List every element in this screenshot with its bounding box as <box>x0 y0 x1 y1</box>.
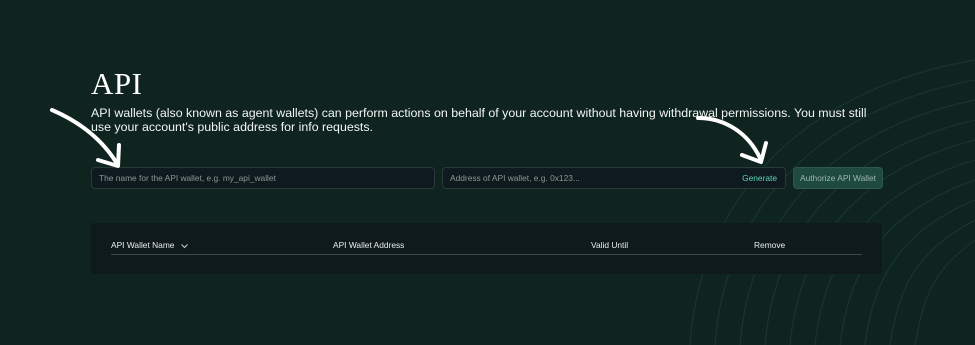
wallet-name-field <box>91 167 435 189</box>
chevron-down-icon <box>180 243 188 248</box>
authorize-api-wallet-button[interactable]: Authorize API Wallet <box>793 167 883 189</box>
column-header-name-label: API Wallet Name <box>111 240 175 250</box>
column-header-address: API Wallet Address <box>333 240 405 250</box>
page-header: API API wallets (also known as agent wal… <box>91 66 891 134</box>
api-wallets-table: API Wallet Name API Wallet Address Valid… <box>91 223 882 274</box>
page-description: API wallets (also known as agent wallets… <box>91 106 867 134</box>
table-header: API Wallet Name API Wallet Address Valid… <box>91 240 882 252</box>
wallet-address-field: Generate <box>442 167 786 189</box>
table-divider <box>111 254 862 255</box>
wallet-name-input[interactable] <box>92 168 434 188</box>
column-header-name[interactable]: API Wallet Name <box>111 240 189 250</box>
generate-button[interactable]: Generate <box>742 168 777 188</box>
page-title: API <box>91 66 143 101</box>
column-header-remove: Remove <box>754 240 786 250</box>
column-header-valid-until: Valid Until <box>591 240 629 250</box>
wallet-address-input[interactable] <box>443 168 785 188</box>
api-wallet-form: Generate Authorize API Wallet <box>91 167 891 189</box>
